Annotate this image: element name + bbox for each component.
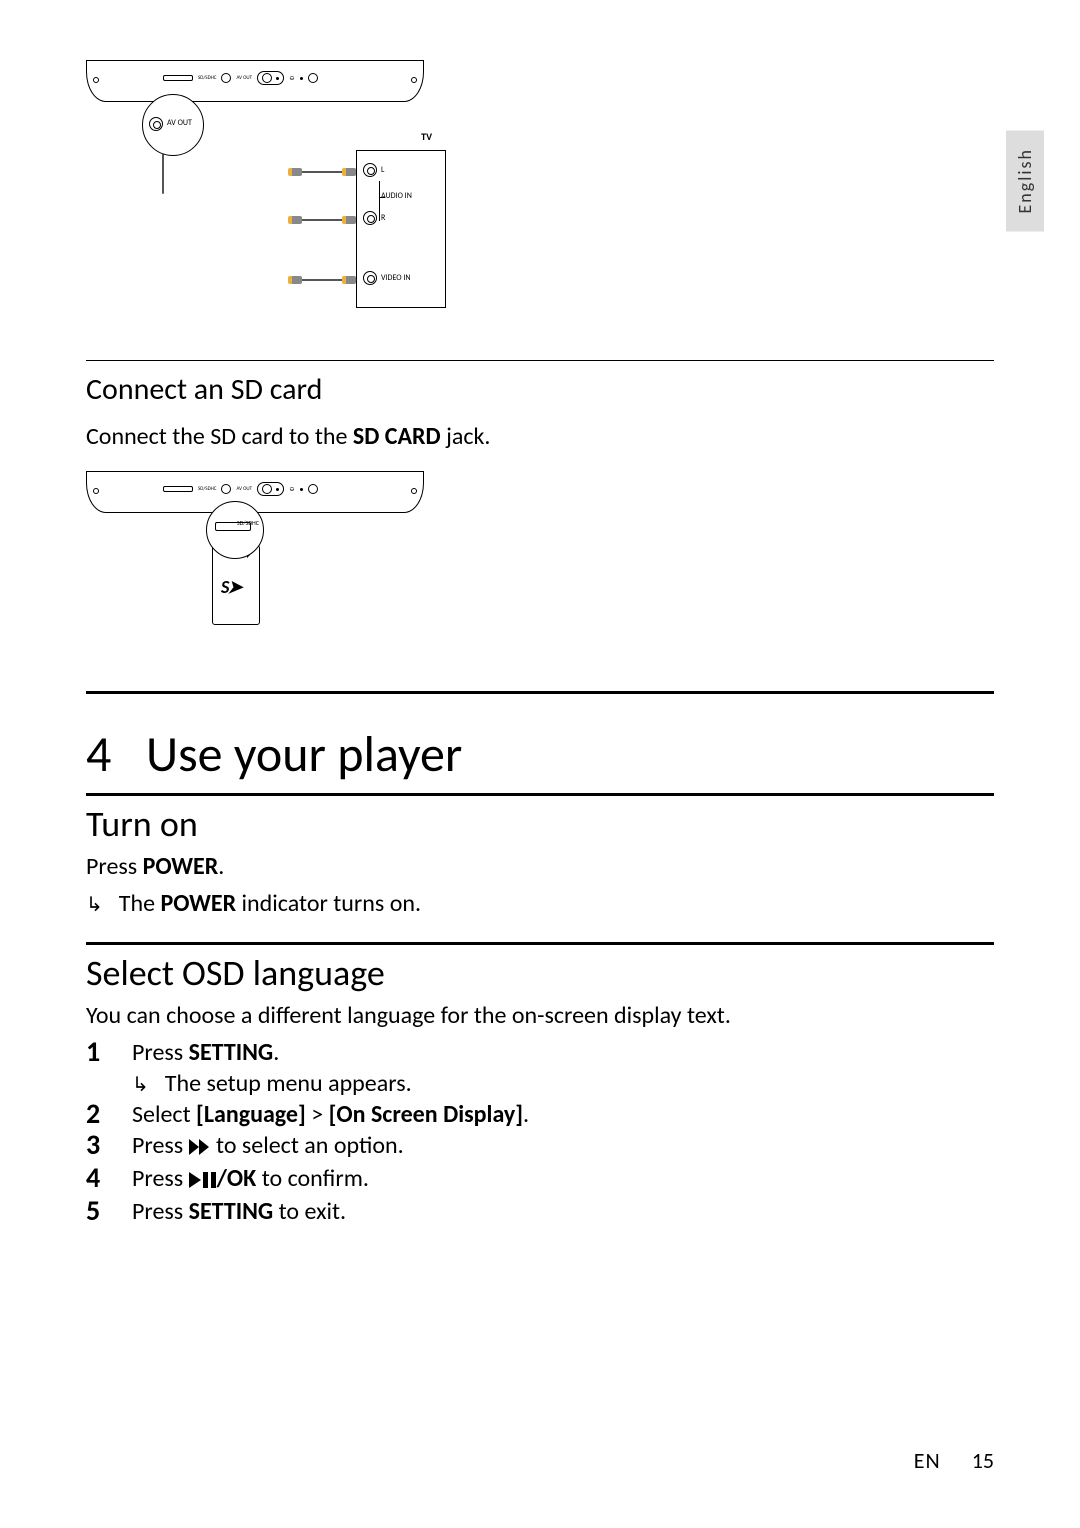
step-5: Press SETTING to exit. <box>86 1197 994 1226</box>
cable-audio-r <box>302 219 342 221</box>
osd-intro: You can choose a different language for … <box>86 1001 994 1030</box>
divider <box>86 942 994 945</box>
divider <box>86 691 994 694</box>
diagram-sd-card: SD/SDHC AV OUT ⎉ SD/SDHC S➤ <box>86 471 446 641</box>
sd-slot-callout: SD/SDHC <box>206 501 264 559</box>
tv-label: TV <box>421 130 432 143</box>
tv-input-panel: L AUDIO IN R VIDEO IN <box>356 150 446 308</box>
page-footer: EN 15 <box>914 1447 994 1474</box>
result-arrow-icon: ↳ <box>86 892 103 917</box>
step-4: Press /OK to confirm. <box>86 1164 994 1195</box>
subsection-connect-sd: Connect an SD card <box>86 371 994 408</box>
footer-lang: EN <box>914 1447 941 1474</box>
av-out-callout: AV OUT <box>142 94 204 156</box>
step-3: Press to select an option. <box>86 1131 994 1162</box>
language-tab: English <box>1006 130 1044 231</box>
section-turn-on: Turn on <box>86 802 994 846</box>
page-content: SD/SDHC AV OUT ⎉ AV OUT TV L AUDIO IN R … <box>0 0 1080 1226</box>
av-out-label: AV OUT <box>167 118 192 128</box>
player-device-2: SD/SDHC AV OUT ⎉ <box>86 471 424 513</box>
osd-steps: Press SETTING. ↳ The setup menu appears.… <box>86 1038 994 1226</box>
cable-audio-l <box>302 171 342 173</box>
result-arrow-icon: ↳ <box>132 1072 149 1097</box>
footer-page-number: 15 <box>972 1447 994 1474</box>
play-pause-icon <box>189 1166 217 1195</box>
av-out-jack-icon <box>149 117 163 131</box>
turn-on-result: ↳ The POWER indicator turns on. <box>86 889 994 918</box>
player-device: SD/SDHC AV OUT ⎉ <box>86 60 424 102</box>
turn-on-instruction: Press POWER. <box>86 852 994 881</box>
chapter-title: 4Use your player <box>86 724 994 785</box>
step-1: Press SETTING. ↳ The setup menu appears. <box>86 1038 994 1098</box>
cable-video <box>302 279 342 281</box>
divider <box>86 360 994 361</box>
divider <box>86 793 994 796</box>
fast-forward-icon <box>189 1133 211 1162</box>
step-2: Select [Language] > [On Screen Display]. <box>86 1100 994 1129</box>
diagram-av-out-to-tv: SD/SDHC AV OUT ⎉ AV OUT TV L AUDIO IN R … <box>86 60 446 310</box>
section-osd-language: Select OSD language <box>86 951 994 995</box>
sd-instruction: Connect the SD card to the SD CARD jack. <box>86 422 994 451</box>
